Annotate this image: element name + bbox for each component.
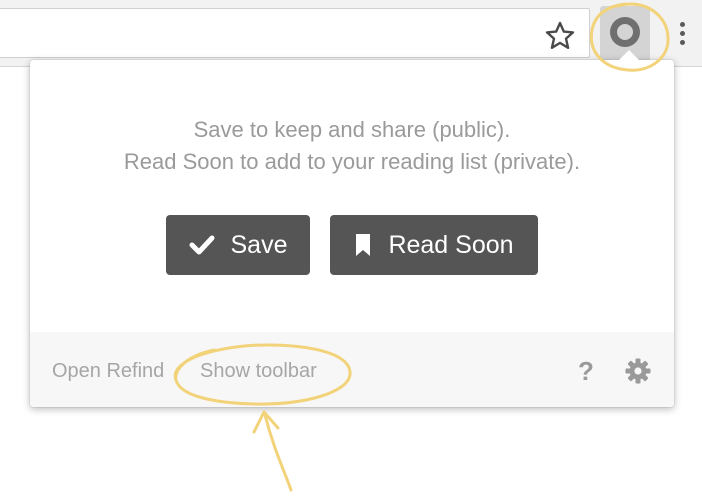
browser-toolbar — [0, 0, 702, 67]
address-bar[interactable] — [0, 8, 590, 58]
refind-popup: Save to keep and share (public). Read So… — [30, 50, 674, 407]
read-soon-button[interactable]: Read Soon — [330, 215, 538, 275]
open-refind-link[interactable]: Open Refind — [52, 360, 164, 383]
bookmark-icon — [356, 234, 371, 256]
popup-message: Save to keep and share (public). Read So… — [30, 114, 674, 178]
annotation-arrow — [263, 413, 293, 492]
gear-icon[interactable] — [624, 357, 652, 385]
vertical-dots-icon[interactable] — [674, 18, 690, 52]
save-button[interactable]: Save — [166, 215, 310, 275]
message-line-private: Read Soon to add to your reading list (p… — [123, 149, 581, 174]
popup-caret — [618, 50, 640, 61]
show-toolbar-link[interactable]: Show toolbar — [200, 360, 317, 383]
help-icon[interactable]: ? — [578, 356, 594, 387]
message-line-public: Save to keep and share (public). — [193, 117, 511, 142]
save-button-label: Save — [230, 230, 288, 259]
star-icon[interactable] — [544, 20, 576, 52]
annotation-arrowhead — [252, 410, 280, 434]
read-soon-button-label: Read Soon — [388, 230, 514, 259]
popup-footer: Open Refind Show toolbar ? — [30, 332, 674, 407]
checkmark-icon — [189, 235, 214, 255]
